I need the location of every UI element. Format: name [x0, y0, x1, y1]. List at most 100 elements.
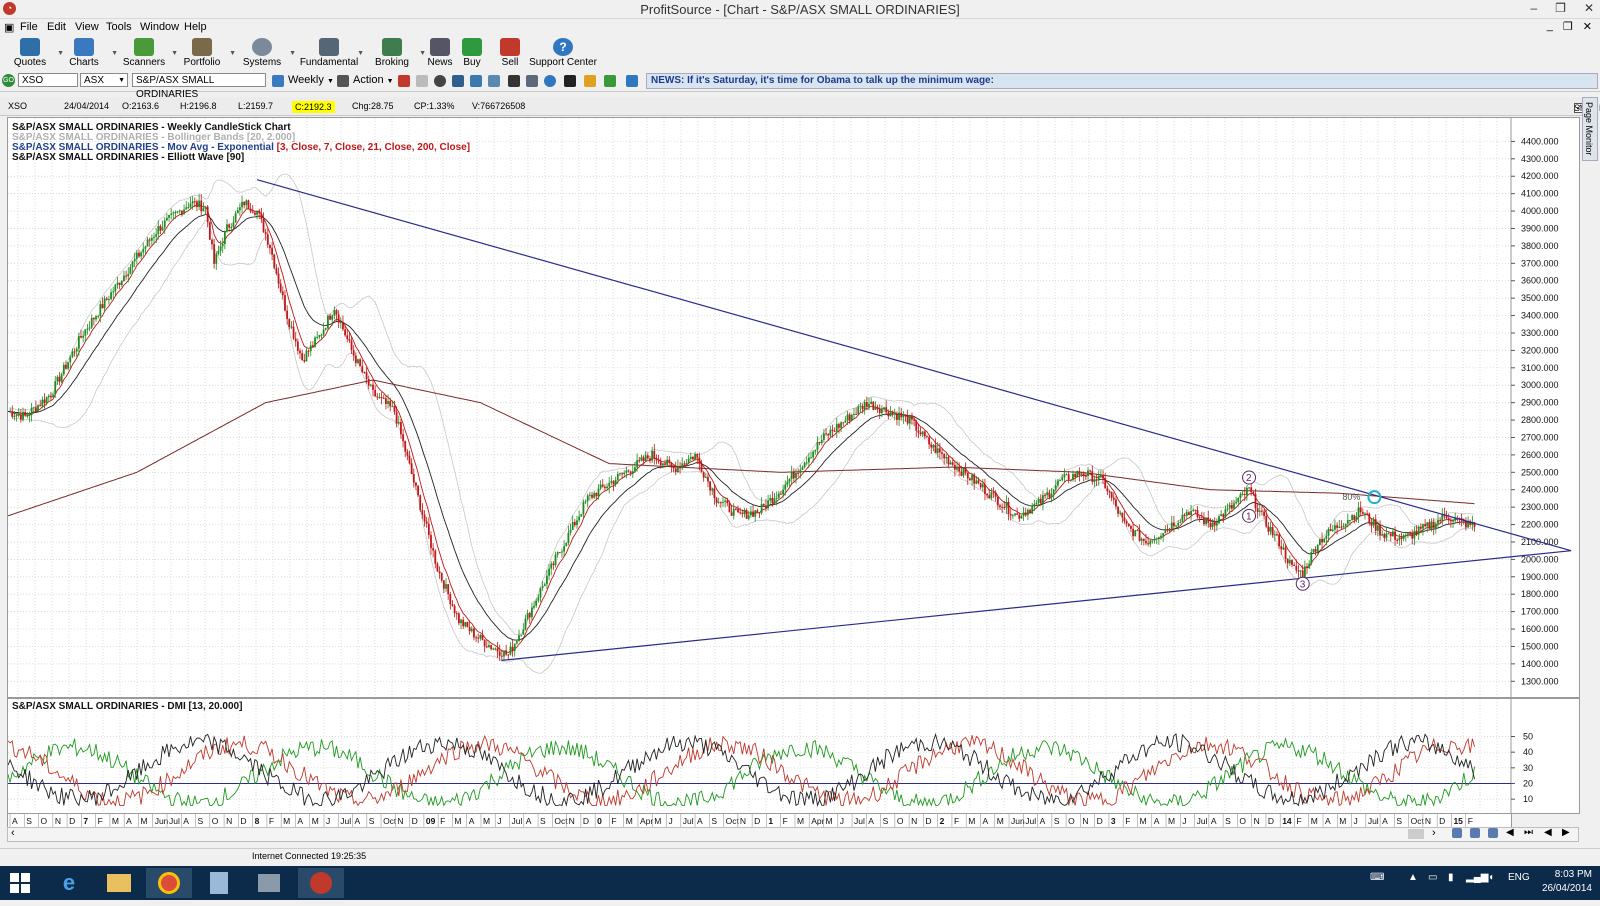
- keyboard-icon[interactable]: ⌨: [1370, 872, 1384, 883]
- scroll-prev-icon[interactable]: ◀: [1544, 827, 1552, 838]
- chrome-taskbar-button[interactable]: [146, 868, 192, 898]
- portfolio-button[interactable]: Portfolio ▼: [172, 36, 236, 70]
- app-taskbar-button[interactable]: [196, 868, 242, 898]
- candle-body: [213, 244, 216, 264]
- scroll-end-icon[interactable]: ⏭: [1524, 827, 1533, 838]
- chart-scrollbar[interactable]: ‹ › ◀ ⏭ ◀ ▶: [7, 827, 1579, 842]
- candle-body: [1389, 533, 1392, 537]
- mdi-minimize-icon[interactable]: _: [1547, 20, 1553, 33]
- zoom-in-icon[interactable]: [1470, 828, 1480, 838]
- candle-body: [698, 457, 701, 464]
- tray-expand-icon[interactable]: ▲: [1408, 872, 1418, 883]
- time-tick-label: 15: [1453, 816, 1463, 826]
- menu-window[interactable]: Window: [140, 21, 179, 33]
- price-chart-pane[interactable]: 4400.000 4300.000 4200.000 4100.000 4000.000…: [7, 117, 1580, 698]
- sell-button[interactable]: Sell: [490, 36, 530, 70]
- battery-icon[interactable]: ▮: [1448, 872, 1454, 883]
- fundamental-button[interactable]: Fundamental ▼: [298, 36, 364, 70]
- price-tick-label: 2400.000: [1521, 485, 1559, 495]
- candle-body: [576, 520, 578, 526]
- app2-taskbar-button[interactable]: [246, 868, 292, 898]
- candle-body: [921, 431, 924, 435]
- candle-body: [582, 502, 585, 515]
- candle-body: [649, 458, 651, 461]
- arrows-icon[interactable]: [604, 75, 616, 87]
- ie-taskbar-button[interactable]: e: [46, 868, 92, 898]
- flag-icon[interactable]: [564, 75, 576, 87]
- quotes-label: Quotes: [13, 57, 47, 68]
- minimize-icon[interactable]: –: [1530, 1, 1537, 15]
- volume-icon[interactable]: ◖: [1488, 872, 1494, 883]
- chevron-down-icon[interactable]: ▼: [289, 50, 296, 57]
- candle-body: [1224, 509, 1227, 518]
- systems-button[interactable]: Systems ▼: [232, 36, 296, 70]
- candle-body: [1097, 475, 1100, 481]
- menu-file[interactable]: File: [20, 21, 38, 33]
- price-info-bar: XSO 24/04/2014 O:2163.6 H:2196.8 L:2159.…: [0, 97, 1600, 116]
- system-clock[interactable]: 8:03 PM 26/04/2014: [1542, 868, 1592, 896]
- code-input[interactable]: XSO: [18, 73, 78, 87]
- menu-view[interactable]: View: [75, 21, 99, 33]
- zoom-out-icon[interactable]: [1452, 828, 1462, 838]
- quotes-button[interactable]: Quotes ▼: [0, 36, 64, 70]
- period-dropdown[interactable]: Weekly ▼: [288, 74, 334, 86]
- wave-label: 3: [1300, 579, 1306, 590]
- candle-body: [479, 634, 482, 639]
- buy-button[interactable]: Buy: [452, 36, 492, 70]
- support-center-button[interactable]: ? Support Center: [528, 36, 598, 70]
- restore-icon[interactable]: ❐: [1555, 1, 1566, 15]
- security-name-field[interactable]: S&P/ASX SMALL ORDINARIES: [132, 73, 266, 100]
- dmi-chart[interactable]: 50 40 30 20 10: [8, 699, 1579, 813]
- menu-help[interactable]: Help: [184, 21, 207, 33]
- indicator-icon[interactable]: [526, 75, 538, 87]
- news-ticker[interactable]: NEWS: If it's Saturday, it's time for Ob…: [646, 73, 1598, 89]
- candle-body: [19, 414, 22, 420]
- close-icon[interactable]: ✕: [1584, 1, 1594, 15]
- news-feed-icon[interactable]: [626, 75, 638, 87]
- explorer-taskbar-button[interactable]: [96, 868, 142, 898]
- print-icon[interactable]: [488, 75, 500, 87]
- mdi-close-icon[interactable]: ✕: [1583, 20, 1592, 33]
- candle-body: [724, 500, 727, 502]
- start-button[interactable]: [0, 868, 40, 898]
- candle-body: [730, 512, 733, 516]
- language-indicator[interactable]: ENG: [1508, 872, 1530, 883]
- signal-icon[interactable]: ▂▄▆: [1466, 872, 1488, 883]
- star-icon[interactable]: [584, 75, 596, 87]
- page-monitor-tab[interactable]: Page Monitor: [1582, 97, 1598, 161]
- candle-body: [1273, 534, 1276, 536]
- scroll-next-icon[interactable]: ▶: [1562, 827, 1570, 838]
- scroll-first-icon[interactable]: ◀: [1506, 827, 1514, 838]
- settings-icon[interactable]: [434, 75, 446, 87]
- candle-body: [1119, 512, 1122, 514]
- layout-icon[interactable]: [452, 75, 464, 87]
- charts-button[interactable]: Charts ▼: [54, 36, 118, 70]
- candle-body: [994, 492, 997, 497]
- windows-taskbar: e ⌨ ▲ ▭ ▮ ▂▄▆ ◖ ENG 8:03 PM 26/04/2014: [0, 866, 1600, 900]
- scroll-thumb[interactable]: [1408, 829, 1424, 839]
- candle-body: [447, 584, 450, 595]
- candle-body: [908, 415, 911, 424]
- candle-body: [896, 413, 898, 420]
- candle-body: [204, 206, 207, 209]
- price-chart[interactable]: 4400.000 4300.000 4200.000 4100.000 4000.000…: [8, 118, 1579, 697]
- bulb-icon[interactable]: [544, 75, 556, 87]
- scroll-left-icon[interactable]: ‹: [11, 827, 15, 839]
- time-tick-label: N: [569, 816, 575, 826]
- go-button[interactable]: GO: [2, 74, 15, 87]
- alert-icon[interactable]: [398, 75, 410, 87]
- scroll-right-icon[interactable]: ›: [1432, 827, 1436, 839]
- exchange-select[interactable]: ASX ▼: [80, 73, 128, 87]
- zoom-icon[interactable]: [470, 75, 482, 87]
- mdi-restore-icon[interactable]: ❐: [1563, 20, 1573, 33]
- menu-tools[interactable]: Tools: [106, 21, 132, 33]
- dmi-chart-pane[interactable]: 50 40 30 20 10 S&P/ASX SMALL ORDINARIES - DM…: [7, 698, 1580, 814]
- save-icon[interactable]: [416, 75, 428, 87]
- menu-edit[interactable]: Edit: [47, 21, 66, 33]
- tools-icon[interactable]: [508, 75, 520, 87]
- action-dropdown[interactable]: Action ▼: [353, 74, 394, 86]
- zoom-fit-icon[interactable]: [1488, 828, 1498, 838]
- monitor-icon[interactable]: ▭: [1428, 872, 1437, 883]
- scanners-button[interactable]: Scanners ▼: [114, 36, 178, 70]
- profitsource-taskbar-button[interactable]: [298, 868, 344, 898]
